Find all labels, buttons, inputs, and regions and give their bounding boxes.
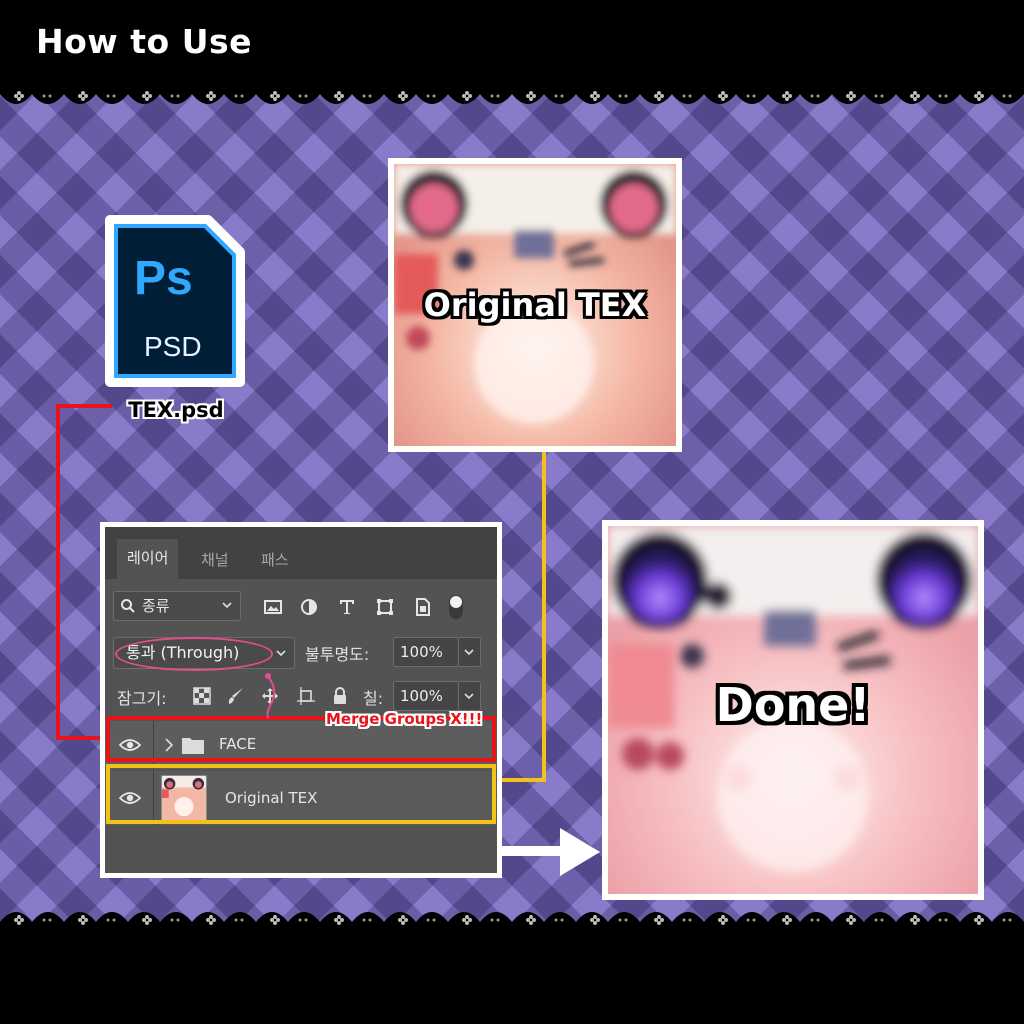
original-texture-caption: Original TEX [423, 286, 647, 324]
fill-dropdown[interactable] [459, 681, 481, 711]
image-filter-icon[interactable] [263, 597, 283, 617]
chevron-down-icon [276, 650, 286, 657]
lock-label: 잠그기: [117, 689, 167, 708]
header-bar: How to Use [0, 0, 1024, 90]
shape-filter-icon[interactable] [375, 597, 395, 617]
fill-input[interactable]: 100% [393, 681, 459, 711]
opacity-input[interactable]: 100% [393, 637, 459, 667]
filter-toggle-icon[interactable] [447, 593, 465, 621]
opacity-dropdown[interactable] [459, 637, 481, 667]
search-icon [121, 599, 135, 613]
tab-channels[interactable]: 채널 [191, 541, 239, 579]
arrow-right-icon [500, 828, 600, 876]
opacity-label: 불투명도: [305, 645, 370, 664]
lock-row: 잠그기: 칠: 100% [105, 679, 497, 713]
smart-object-filter-icon[interactable] [413, 597, 433, 617]
adjustment-filter-icon[interactable] [299, 597, 319, 617]
original-texture-image: Original TEX [388, 158, 682, 452]
lock-transparent-icon[interactable] [193, 687, 211, 705]
filter-kind-select[interactable]: 종류 [113, 591, 241, 621]
chevron-down-icon [464, 693, 474, 700]
tab-layers[interactable]: 레이어 [117, 539, 179, 579]
panel-tabbar: 레이어 채널 패스 [105, 527, 497, 579]
lock-artboard-icon[interactable] [297, 687, 315, 705]
done-texture-caption: Done! [715, 678, 871, 732]
layer-filter-row: 종류 [105, 587, 497, 627]
ps-icon-sublabel: PSD [144, 331, 202, 362]
chevron-down-icon [464, 649, 474, 656]
ps-icon-label: Ps [134, 252, 193, 305]
psd-filename: TEX.psd [128, 398, 224, 422]
lace-border-top [0, 84, 1024, 112]
footer-bar [0, 928, 1024, 1024]
fill-label: 칠: [363, 689, 384, 708]
chevron-down-icon [222, 602, 232, 609]
done-texture-image: Done! [602, 520, 984, 900]
layers-panel: 레이어 채널 패스 종류 통과 (Through) 불투명도: 100% 잠그기… [100, 522, 502, 878]
lock-position-icon[interactable] [261, 687, 279, 705]
blend-mode-highlight-circle [115, 637, 273, 671]
type-filter-icon[interactable] [337, 597, 357, 617]
original-tex-highlight [106, 764, 496, 824]
tab-paths[interactable]: 패스 [251, 541, 299, 579]
ps-file-icon: Ps PSD [105, 215, 245, 387]
filter-kind-label: 종류 [142, 597, 170, 615]
page-title: How to Use [36, 22, 253, 61]
lock-all-icon[interactable] [331, 687, 349, 705]
lock-brush-icon[interactable] [227, 687, 245, 705]
merge-groups-warning: Merge Groups X!!! [326, 710, 483, 728]
